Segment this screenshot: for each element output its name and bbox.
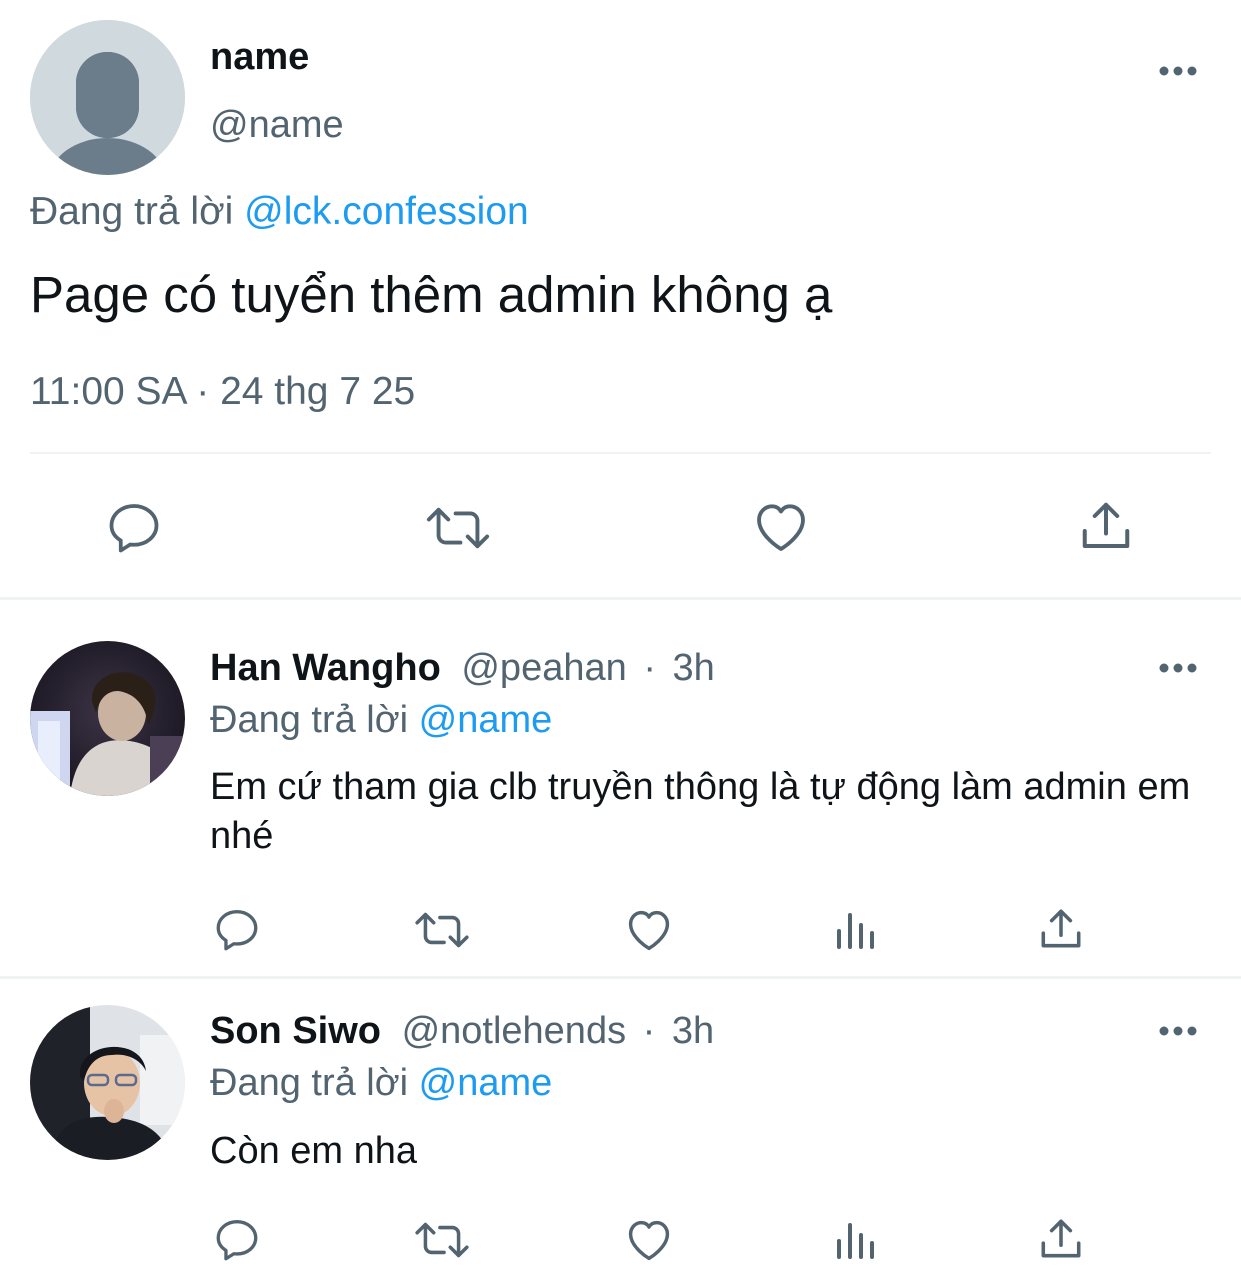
share-button[interactable]	[1076, 496, 1136, 556]
retweet-button[interactable]	[413, 905, 471, 955]
more-icon	[1159, 66, 1197, 76]
reply-text: Còn em nha	[210, 1130, 418, 1172]
reply-author-name[interactable]: Han Wangho	[210, 647, 441, 689]
share-icon	[1041, 909, 1081, 948]
reply-button[interactable]	[212, 905, 262, 955]
like-button[interactable]	[623, 1214, 675, 1266]
reply-header: Han Wangho @peahan · 3h	[210, 647, 715, 690]
tweet-text: Page có tuyển thêm admin không ạ	[30, 266, 833, 323]
reply-icon	[216, 1220, 258, 1261]
reply-time[interactable]: 3h	[672, 1010, 714, 1052]
reply-button[interactable]	[212, 1215, 262, 1265]
share-icon	[1041, 1219, 1081, 1258]
more-options-button[interactable]	[1156, 1016, 1200, 1046]
reply-author-name[interactable]: Son Siwo	[210, 1010, 381, 1052]
retweet-icon	[415, 1222, 469, 1258]
replying-mention-link[interactable]: @lck.confession	[244, 190, 529, 233]
reply-tweet[interactable]: Han Wangho @peahan · 3h Đang trả lời @na…	[0, 600, 1241, 977]
replying-to: Đang trả lời @lck.confession	[30, 190, 529, 234]
replying-mention-link[interactable]: @name	[419, 1062, 553, 1104]
reply-button[interactable]	[104, 498, 164, 558]
separator-dot: ·	[643, 647, 656, 689]
share-button[interactable]	[1036, 904, 1086, 954]
share-icon	[1082, 502, 1130, 548]
avatar[interactable]	[30, 1005, 185, 1160]
retweet-button[interactable]	[413, 1215, 471, 1265]
views-button[interactable]	[830, 907, 880, 955]
views-icon	[837, 1223, 874, 1259]
avatar[interactable]	[30, 20, 185, 175]
reply-author-handle[interactable]: @peahan	[461, 647, 626, 689]
replying-prefix: Đang trả lời	[210, 1062, 409, 1104]
separator-dot: ·	[642, 1010, 656, 1052]
more-icon	[1159, 1026, 1197, 1036]
retweet-button[interactable]	[424, 498, 492, 558]
reply-icon	[216, 910, 258, 951]
retweet-icon	[415, 912, 469, 948]
more-icon	[1159, 663, 1197, 673]
reply-tweet[interactable]: Son Siwo @notlehends · 3h Đang trả lời @…	[0, 979, 1241, 1275]
reply-time[interactable]: 3h	[673, 647, 715, 689]
default-profile-icon	[30, 20, 185, 175]
views-icon	[837, 913, 874, 949]
more-options-button[interactable]	[1156, 653, 1200, 683]
more-options-button[interactable]	[1156, 56, 1200, 86]
author-handle[interactable]: @name	[210, 104, 344, 147]
reply-text: Em cứ tham gia clb truyền thông là tự độ…	[210, 766, 1191, 857]
share-button[interactable]	[1036, 1214, 1086, 1264]
like-button[interactable]	[750, 496, 812, 558]
like-button[interactable]	[623, 904, 675, 956]
like-icon	[628, 910, 670, 951]
replying-prefix: Đang trả lời	[30, 190, 234, 233]
main-tweet: name @name Đang trả lời @lck.confession …	[0, 0, 1241, 598]
reply-author-handle[interactable]: @notlehends	[402, 1010, 627, 1052]
reply-icon	[109, 504, 159, 553]
replying-to: Đang trả lời @name	[210, 699, 552, 742]
tweet-timestamp[interactable]: 11:00 SA · 24 thg 7 25	[30, 370, 415, 414]
avatar[interactable]	[30, 641, 185, 796]
user-photo-icon	[30, 1005, 185, 1160]
reply-header: Son Siwo @notlehends · 3h	[210, 1010, 714, 1053]
retweet-icon	[426, 507, 490, 549]
replying-to: Đang trả lời @name	[210, 1062, 552, 1105]
user-photo-icon	[30, 641, 185, 796]
views-button[interactable]	[830, 1217, 880, 1265]
divider	[30, 452, 1211, 454]
like-icon	[757, 504, 805, 551]
like-icon	[628, 1220, 670, 1261]
replying-prefix: Đang trả lời	[210, 699, 409, 741]
author-name[interactable]: name	[210, 36, 309, 79]
replying-mention-link[interactable]: @name	[419, 699, 553, 741]
